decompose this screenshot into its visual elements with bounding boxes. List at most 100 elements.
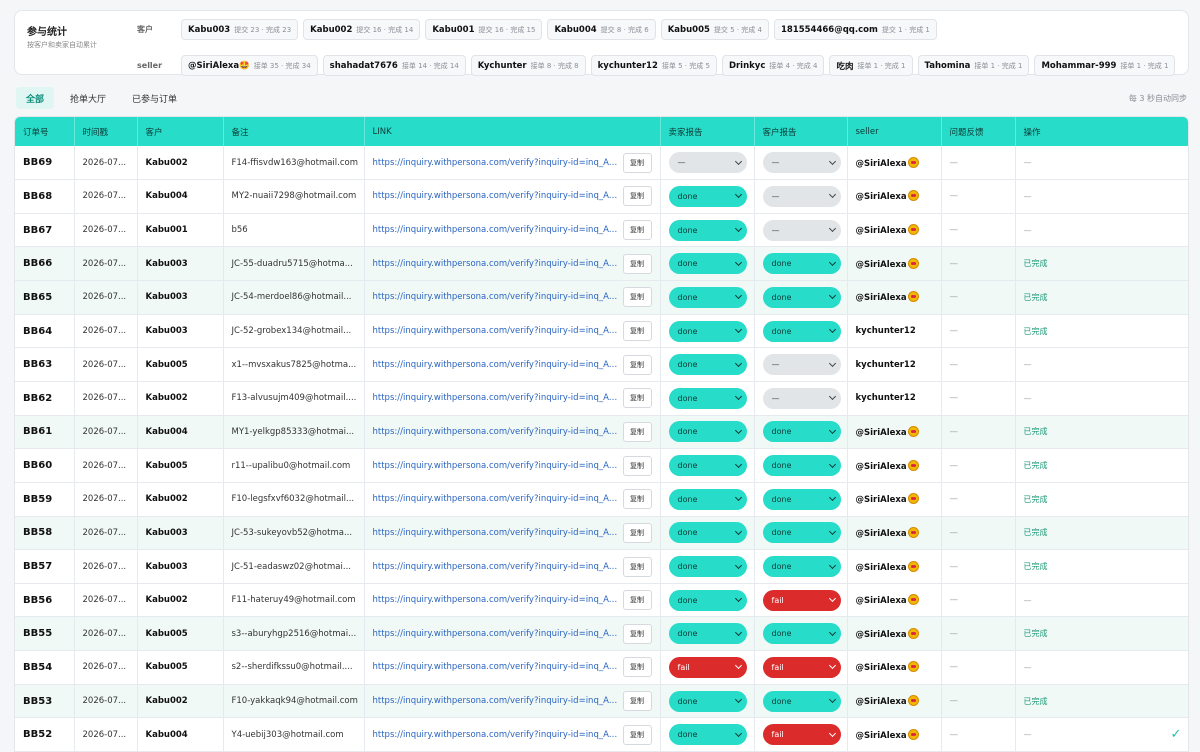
customer-report-select[interactable]: done — [762, 522, 841, 544]
customer-report-select[interactable]: fail — [762, 724, 841, 746]
seller-report-select[interactable]: done — [668, 724, 747, 746]
seller-chip[interactable]: Mohammar-999 接单 1 · 完成 1 — [1034, 55, 1176, 76]
copy-button[interactable]: 复制 — [622, 287, 652, 308]
seller-chip[interactable]: Tahomina 接单 1 · 完成 1 — [917, 55, 1030, 76]
tab-order-hall[interactable]: 抢单大厅 — [60, 87, 116, 109]
customer-report-select[interactable]: — — [762, 354, 841, 376]
customer-report-select[interactable]: done — [762, 320, 841, 342]
seller-report-select[interactable]: done — [668, 690, 747, 712]
inquiry-link[interactable]: https://inquiry.withpersona.com/verify?i… — [373, 461, 619, 471]
customer-report-select[interactable]: — — [762, 219, 841, 241]
copy-button[interactable]: 复制 — [622, 455, 652, 476]
inquiry-link[interactable]: https://inquiry.withpersona.com/verify?i… — [373, 158, 619, 168]
seller-report-select[interactable]: done — [668, 185, 747, 207]
inquiry-link[interactable]: https://inquiry.withpersona.com/verify?i… — [373, 629, 619, 639]
copy-button[interactable]: 复制 — [622, 388, 652, 409]
customer-chip[interactable]: Kabu001 提交 16 · 完成 15 — [425, 19, 543, 40]
copy-button[interactable]: 复制 — [622, 522, 652, 543]
copy-button[interactable]: 复制 — [622, 253, 652, 274]
customer-chip[interactable]: Kabu004 提交 8 · 完成 6 — [547, 19, 656, 40]
seller-report-select[interactable]: done — [668, 219, 747, 241]
seller-report-select[interactable]: done — [668, 253, 747, 275]
inquiry-link[interactable]: https://inquiry.withpersona.com/verify?i… — [373, 326, 619, 336]
action-cell[interactable]: 已完成 — [1015, 246, 1188, 281]
seller-chip[interactable]: 吃肉 接单 1 · 完成 1 — [829, 55, 913, 76]
seller-chip[interactable]: kychunter12 接单 5 · 完成 5 — [590, 55, 717, 76]
seller-report-select[interactable]: done — [668, 488, 747, 510]
customer-chip[interactable]: Kabu002 提交 16 · 完成 14 — [303, 19, 421, 40]
inquiry-link[interactable]: https://inquiry.withpersona.com/verify?i… — [373, 427, 619, 437]
seller-report-select[interactable]: done — [668, 522, 747, 544]
action-cell[interactable]: 已完成 — [1015, 448, 1188, 483]
inquiry-link[interactable]: https://inquiry.withpersona.com/verify?i… — [373, 393, 619, 403]
copy-button[interactable]: 复制 — [622, 489, 652, 510]
copy-button[interactable]: 复制 — [622, 590, 652, 611]
inquiry-link[interactable]: https://inquiry.withpersona.com/verify?i… — [373, 730, 619, 740]
seller-report-select[interactable]: done — [668, 286, 747, 308]
customer-report-select[interactable]: done — [762, 421, 841, 443]
copy-button[interactable]: 复制 — [622, 691, 652, 712]
inquiry-link[interactable]: https://inquiry.withpersona.com/verify?i… — [373, 259, 619, 269]
customer-chip[interactable]: Kabu003 提交 23 · 完成 23 — [181, 19, 299, 40]
inquiry-link[interactable]: https://inquiry.withpersona.com/verify?i… — [373, 595, 619, 605]
customer-report-select[interactable]: done — [762, 488, 841, 510]
copy-button[interactable]: 复制 — [622, 354, 652, 375]
seller-report-select[interactable]: done — [668, 556, 747, 577]
seller-chip[interactable]: Drinkyc 接单 4 · 完成 4 — [721, 55, 825, 76]
customer-report-select[interactable]: done — [762, 556, 841, 577]
inquiry-link[interactable]: https://inquiry.withpersona.com/verify?i… — [373, 528, 619, 538]
copy-button[interactable]: 复制 — [622, 657, 652, 678]
inquiry-link[interactable]: https://inquiry.withpersona.com/verify?i… — [373, 662, 619, 672]
seller-report-select[interactable]: fail — [668, 656, 747, 678]
customer-report-select[interactable]: — — [762, 152, 841, 174]
customer-report-select[interactable]: done — [762, 690, 841, 712]
inquiry-link[interactable]: https://inquiry.withpersona.com/verify?i… — [373, 360, 619, 370]
inquiry-link[interactable]: https://inquiry.withpersona.com/verify?i… — [373, 562, 619, 572]
action-cell[interactable]: 已完成 — [1015, 314, 1188, 348]
customer-report-select[interactable]: — — [762, 387, 841, 409]
seller-chip[interactable]: shahadat7676 接单 14 · 完成 14 — [322, 55, 466, 76]
seller-report-select[interactable]: done — [668, 320, 747, 342]
seller-report-select[interactable]: done — [668, 354, 747, 376]
tab-joined-orders[interactable]: 已参与订单 — [122, 87, 187, 109]
action-cell[interactable]: 已完成 — [1015, 415, 1188, 449]
customer-report-select[interactable]: fail — [762, 589, 841, 611]
tab-all[interactable]: 全部 — [16, 87, 55, 109]
action-cell[interactable]: 已完成 — [1015, 549, 1188, 584]
customer-report-select[interactable]: done — [762, 253, 841, 275]
customer-chip[interactable]: 181554466@qq.com 提交 1 · 完成 1 — [773, 19, 937, 40]
seller-chip[interactable]: Kychunter 接单 8 · 完成 8 — [470, 55, 586, 76]
seller-report-select[interactable]: done — [668, 589, 747, 611]
copy-button[interactable]: 复制 — [622, 220, 652, 241]
seller-report-select[interactable]: done — [668, 421, 747, 443]
seller-chip[interactable]: @SiriAlexa🤩 接单 35 · 完成 34 — [181, 55, 318, 76]
inquiry-link[interactable]: https://inquiry.withpersona.com/verify?i… — [373, 292, 619, 302]
copy-button[interactable]: 复制 — [622, 152, 652, 173]
customer-report-select[interactable]: done — [762, 455, 841, 477]
action-cell[interactable]: 已完成 — [1015, 684, 1188, 718]
action-cell[interactable]: 已完成 — [1015, 516, 1188, 550]
customer-report-select[interactable]: fail — [762, 656, 841, 678]
inquiry-link[interactable]: https://inquiry.withpersona.com/verify?i… — [373, 696, 619, 706]
copy-button[interactable]: 复制 — [622, 186, 652, 207]
inquiry-link[interactable]: https://inquiry.withpersona.com/verify?i… — [373, 494, 619, 504]
customer-chip[interactable]: Kabu005 提交 5 · 完成 4 — [660, 19, 769, 40]
customer-report-select[interactable]: done — [762, 286, 841, 308]
seller-report-select[interactable]: done — [668, 387, 747, 409]
seller-report-select[interactable]: done — [668, 623, 747, 645]
action-cell[interactable]: 已完成 — [1015, 616, 1188, 651]
customer-report-select[interactable]: done — [762, 623, 841, 645]
copy-button[interactable]: 复制 — [622, 421, 652, 442]
customer-report-select[interactable]: — — [762, 185, 841, 207]
copy-button[interactable]: 复制 — [622, 623, 652, 644]
copy-button[interactable]: 复制 — [622, 321, 652, 342]
copy-button[interactable]: 复制 — [622, 556, 652, 577]
action-cell[interactable]: 已完成 — [1015, 482, 1188, 517]
action-cell[interactable]: 已完成 — [1015, 280, 1188, 315]
inquiry-link[interactable]: https://inquiry.withpersona.com/verify?i… — [373, 191, 619, 201]
tick-logo-icon[interactable]: ✓ — [1167, 727, 1185, 742]
seller-report-select[interactable]: done — [668, 455, 747, 477]
inquiry-link[interactable]: https://inquiry.withpersona.com/verify?i… — [373, 225, 619, 235]
seller-report-select[interactable]: — — [668, 152, 747, 174]
copy-button[interactable]: 复制 — [622, 724, 652, 745]
